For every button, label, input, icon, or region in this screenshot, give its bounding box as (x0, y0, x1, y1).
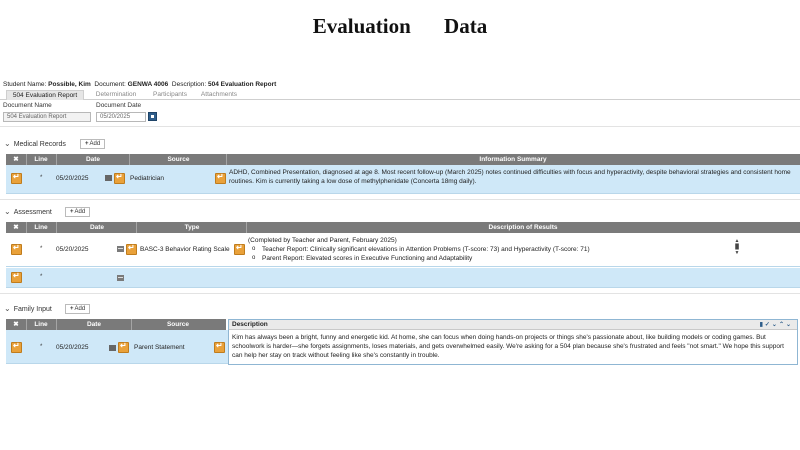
table-row: * 05/20/2025 Parent Statement (6, 330, 228, 364)
line-column-header: Line (34, 224, 48, 231)
edit-row-button[interactable] (11, 243, 22, 255)
line-cell: * (40, 175, 43, 181)
lookup-button[interactable] (234, 243, 245, 255)
family-input-header: ✖ Line Date Source (6, 319, 226, 330)
assessment-section-title[interactable]: ⌄ Assessment (4, 207, 52, 216)
calendar-icon[interactable] (148, 112, 157, 121)
date-cell: 05/20/2025 (56, 344, 89, 351)
description-of-results-field[interactable]: (Completed by Teacher and Parent, Februa… (248, 236, 728, 263)
tab-504-evaluation-report[interactable]: 504 Evaluation Report (6, 90, 84, 100)
family-input-section-title[interactable]: ⌄ Family Input (4, 304, 52, 313)
check-icon[interactable]: ✓ (765, 322, 772, 328)
calendar-icon[interactable] (117, 246, 124, 252)
date-column-header: Date (89, 224, 105, 231)
plus-icon: + (70, 306, 74, 312)
results-list: Teacher Report: Clinically significant e… (248, 245, 728, 263)
line-cell: * (40, 274, 43, 280)
information-summary-column-header: Information Summary (479, 156, 547, 163)
description-of-results-column-header: Description of Results (488, 224, 558, 231)
list-item: Parent Report: Elevated scores in Execut… (248, 254, 728, 263)
table-row: * 05/20/2025 BASC-3 Behavior Rating Scal… (6, 233, 800, 267)
line-cell: * (40, 246, 43, 252)
document-value: GENWA 4006 (127, 81, 169, 88)
divider (0, 293, 800, 294)
medical-records-section-title[interactable]: ⌄ Medical Records (4, 139, 66, 148)
scrollbar[interactable]: ▲ █ ▼ (733, 238, 741, 256)
line-column-header: Line (34, 156, 48, 163)
lookup-button[interactable] (215, 172, 226, 184)
student-name-label: Student Name: (3, 81, 47, 88)
document-name-input[interactable]: 504 Evaluation Report (3, 112, 91, 122)
tab-attachments[interactable]: Attachments (196, 90, 242, 100)
line-column-header: Line (34, 321, 48, 328)
document-label: Document: (94, 81, 126, 88)
plus-icon: + (85, 141, 89, 147)
add-medical-record-button[interactable]: +Add (80, 139, 106, 149)
tab-participants[interactable]: Participants (146, 90, 194, 100)
add-family-input-button[interactable]: +Add (65, 304, 91, 314)
line-cell: * (40, 344, 43, 350)
date-cell: 05/20/2025 (56, 175, 89, 182)
date-column-header: Date (86, 321, 102, 328)
description-label: Description: (171, 81, 207, 88)
table-row: * 05/20/2025 Pediatrician ADHD, Combined… (6, 165, 800, 194)
document-date-label: Document Date (96, 102, 142, 109)
description-value: 504 Evaluation Report (208, 81, 277, 88)
date-column-header: Date (85, 156, 101, 163)
source-cell: Parent Statement (134, 344, 185, 351)
results-intro: (Completed by Teacher and Parent, Februa… (248, 237, 397, 244)
tab-determination[interactable]: Determination (88, 90, 144, 100)
edit-row-button[interactable] (11, 271, 22, 283)
chevron-down-icon: ⌄ (4, 207, 11, 216)
chevron-down-icon[interactable]: ⌄ (772, 322, 779, 328)
description-header: Description ▮✓⌄⌃⌄ (229, 320, 797, 330)
edit-row-button[interactable] (11, 172, 22, 184)
type-column-header: Type (184, 224, 200, 231)
description-editor[interactable]: Description ▮✓⌄⌃⌄ Kim has always been a … (228, 319, 798, 365)
divider (0, 199, 800, 200)
scroll-down-icon[interactable]: ⌄ (786, 322, 793, 328)
delete-column-icon: ✖ (13, 224, 19, 231)
chevron-down-icon: ⌄ (4, 139, 11, 148)
table-row: * (6, 268, 800, 288)
information-summary-field[interactable]: ADHD, Combined Presentation, diagnosed a… (229, 168, 795, 190)
tab-bar: 504 Evaluation Report Determination Part… (0, 90, 800, 100)
type-cell: BASC-3 Behavior Rating Scale (140, 246, 230, 253)
calendar-icon[interactable] (105, 175, 112, 181)
page-title: Evaluation Data (312, 14, 488, 38)
source-cell: Pediatrician (130, 175, 164, 182)
medical-records-header: ✖ Line Date Source Information Summary (6, 154, 800, 165)
description-text[interactable]: Kim has always been a bright, funny and … (232, 333, 794, 360)
student-name-value: Possible, Kim (48, 81, 91, 88)
delete-column-icon: ✖ (13, 156, 19, 163)
document-date-input[interactable]: 05/20/2025 (96, 112, 146, 122)
edit-row-button[interactable] (11, 341, 22, 353)
student-info-bar: Student Name: Possible, Kim Document: GE… (3, 81, 276, 88)
date-cell: 05/20/2025 (56, 246, 89, 253)
lookup-button[interactable] (114, 172, 125, 184)
divider (0, 126, 800, 127)
assessment-header: ✖ Line Date Type Description of Results (6, 222, 800, 233)
lookup-button[interactable] (214, 341, 225, 353)
editor-toolbar[interactable]: ▮✓⌄⌃⌄ (760, 320, 793, 330)
calendar-icon[interactable] (117, 275, 124, 281)
document-name-label: Document Name (3, 102, 52, 109)
lookup-button[interactable] (118, 341, 129, 353)
add-assessment-button[interactable]: +Add (65, 207, 91, 217)
chevron-down-icon: ⌄ (4, 304, 11, 313)
plus-icon: + (70, 209, 74, 215)
calendar-icon[interactable] (109, 345, 116, 351)
lookup-button[interactable] (126, 243, 137, 255)
source-column-header: Source (166, 321, 190, 328)
chevron-up-icon[interactable]: ⌃ (779, 322, 786, 328)
list-item: Teacher Report: Clinically significant e… (248, 245, 728, 254)
source-column-header: Source (167, 156, 190, 163)
delete-column-icon: ✖ (13, 321, 19, 328)
